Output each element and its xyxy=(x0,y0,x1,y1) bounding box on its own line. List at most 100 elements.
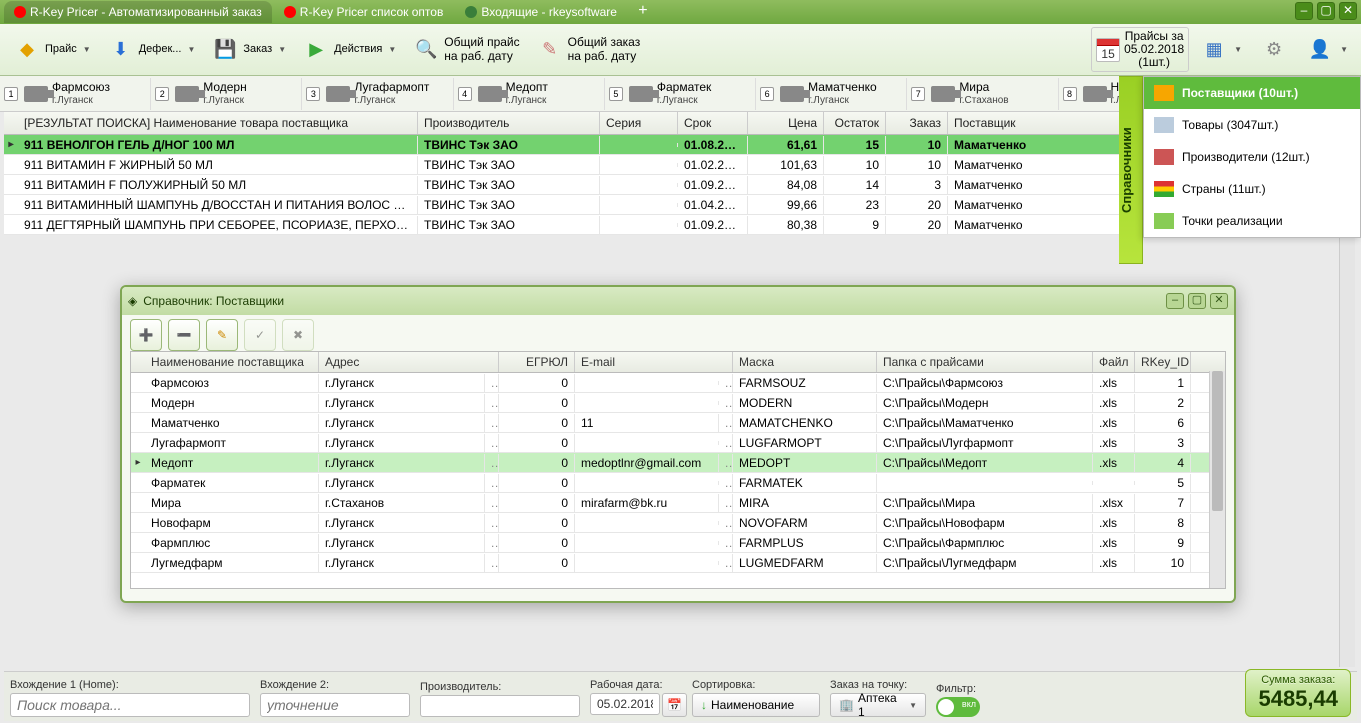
dcol-egrul[interactable]: ЕГРЮЛ xyxy=(499,352,575,372)
user-button[interactable]: 👤▼ xyxy=(1299,28,1355,72)
col-order[interactable]: Заказ xyxy=(886,112,948,134)
tab-label: R-Key Pricer список оптов xyxy=(300,5,444,19)
sidebar-item-suppliers[interactable]: Поставщики (10шт.) xyxy=(1144,77,1360,109)
dcol-name[interactable]: Наименование поставщика xyxy=(145,352,319,372)
dialog-grid-body: Фармсоюзг.Луганск...0...FARMSOUZC:\Прайс… xyxy=(131,373,1225,573)
settings-button[interactable]: ⚙ xyxy=(1253,28,1295,72)
table-row[interactable]: Мираг.Стаханов...0mirafarm@bk.ru...MIRAC… xyxy=(131,493,1225,513)
search-input-2[interactable] xyxy=(260,693,410,717)
tab-num: 3 xyxy=(306,87,320,101)
supplier-tab[interactable]: 3Лугафармоптг.Луганск xyxy=(302,78,453,110)
price-button[interactable]: ◆Прайс▼ xyxy=(6,28,98,72)
tab-list[interactable]: R-Key Pricer список оптов xyxy=(274,1,454,23)
col-stock[interactable]: Остаток xyxy=(824,112,886,134)
common-price-button[interactable]: 🔍Общий прайсна раб. дату xyxy=(405,28,526,72)
supplier-tab[interactable]: 7Мираг.Стаханов xyxy=(907,78,1058,110)
app-icon xyxy=(14,6,26,18)
table-row[interactable]: Фарматекг.Луганск...0...FARMATEK5 xyxy=(131,473,1225,493)
view-button[interactable]: ▦▼ xyxy=(1193,28,1249,72)
sort-button[interactable]: ↓Наименование xyxy=(692,693,820,717)
dialog-icon: ◈ xyxy=(128,294,137,308)
tab-main[interactable]: R-Key Pricer - Автоматизированный заказ xyxy=(4,1,272,23)
dialog-titlebar[interactable]: ◈ Справочник: Поставщики – ▢ ✕ xyxy=(122,287,1234,315)
col-price[interactable]: Цена xyxy=(748,112,824,134)
point-label: Заказ на точку: xyxy=(830,679,926,691)
mail-icon xyxy=(465,6,477,18)
dcol-rkey[interactable]: RKey_ID xyxy=(1135,352,1191,372)
scroll-thumb[interactable] xyxy=(1212,371,1223,511)
dcol-email[interactable]: E-mail xyxy=(575,352,733,372)
tab-label: Входящие - rkeysoftware xyxy=(481,5,617,19)
col-manufacturer[interactable]: Производитель xyxy=(418,112,600,134)
dcol-folder[interactable]: Папка с прайсами xyxy=(877,352,1093,372)
pencil-icon: ✎ xyxy=(217,328,227,342)
work-date-input[interactable] xyxy=(590,693,660,715)
save-icon: 💾 xyxy=(211,36,239,64)
close-button[interactable]: ✕ xyxy=(1339,2,1357,20)
dialog-close[interactable]: ✕ xyxy=(1210,293,1228,309)
table-row[interactable]: Фармсоюзг.Луганск...0...FARMSOUZC:\Прайс… xyxy=(131,373,1225,393)
check-icon: ✓ xyxy=(255,328,265,342)
in2-label: Вхождение 2: xyxy=(260,679,410,691)
filter-toggle[interactable]: вкл xyxy=(936,697,980,717)
dialog-scrollbar[interactable] xyxy=(1209,371,1225,588)
search-input-1[interactable] xyxy=(10,693,250,717)
package-icon xyxy=(1154,117,1174,133)
edit-button[interactable]: ✎ xyxy=(206,319,238,351)
cancel-icon: ✖ xyxy=(293,328,303,342)
truck-icon xyxy=(478,86,502,102)
delete-button[interactable]: ➖ xyxy=(168,319,200,351)
add-button[interactable]: ➕ xyxy=(130,319,162,351)
table-row[interactable]: Маматченког.Луганск...011...MAMATCHENKOC… xyxy=(131,413,1225,433)
order-sum-box: Сумма заказа: 5485,44 xyxy=(1245,669,1351,717)
calendar-button[interactable]: 📅 xyxy=(662,693,687,717)
supplier-tab[interactable]: 4Медоптг.Луганск xyxy=(454,78,605,110)
tab-label: R-Key Pricer - Автоматизированный заказ xyxy=(30,5,262,19)
point-button[interactable]: 🏢Аптека 1▼ xyxy=(830,693,926,717)
table-row[interactable]: Фармплюсг.Луганск...0...FARMPLUSC:\Прайс… xyxy=(131,533,1225,553)
dcol-address[interactable]: Адрес xyxy=(319,352,499,372)
manufacturer-input[interactable] xyxy=(420,695,580,717)
tab-add[interactable]: + xyxy=(633,2,653,22)
minimize-button[interactable]: – xyxy=(1295,2,1313,20)
sidebar-item-manufacturers[interactable]: Производители (12шт.) xyxy=(1144,141,1360,173)
dcol-file[interactable]: Файл xyxy=(1093,352,1135,372)
gear-icon: ⚙ xyxy=(1260,36,1288,64)
table-row[interactable]: Лугафармоптг.Луганск...0...LUGFARMOPTC:\… xyxy=(131,433,1225,453)
sidebar-item-goods[interactable]: Товары (3047шт.) xyxy=(1144,109,1360,141)
bottom-bar: Вхождение 1 (Home): Вхождение 2: Произво… xyxy=(4,671,1357,721)
dialog-maximize[interactable]: ▢ xyxy=(1188,293,1206,309)
app-icon xyxy=(284,6,296,18)
sort-label: Сортировка: xyxy=(692,679,820,691)
toolbar: ◆Прайс▼ ⬇Дефек...▼ 💾Заказ▼ ▶Действия▼ 🔍О… xyxy=(0,24,1361,76)
prices-for-date-button[interactable]: 15 Прайсы за05.02.2018(1шт.) xyxy=(1091,27,1189,73)
tab-num: 5 xyxy=(609,87,623,101)
sidebar-tab[interactable]: Справочники xyxy=(1119,76,1143,264)
sidebar-item-countries[interactable]: Страны (11шт.) xyxy=(1144,173,1360,205)
table-row[interactable]: ▸Медоптг.Луганск...0medoptlnr@gmail.com.… xyxy=(131,453,1225,473)
table-row[interactable]: Модернг.Луганск...0...MODERNC:\Прайсы\Мо… xyxy=(131,393,1225,413)
dialog-minimize[interactable]: – xyxy=(1166,293,1184,309)
tab-mail[interactable]: Входящие - rkeysoftware xyxy=(455,1,627,23)
table-row[interactable]: Лугмедфармг.Луганск...0...LUGMEDFARMC:\П… xyxy=(131,553,1225,573)
order-button[interactable]: 💾Заказ▼ xyxy=(204,28,293,72)
actions-button[interactable]: ▶Действия▼ xyxy=(295,28,403,72)
table-row[interactable]: Новофармг.Луганск...0...NOVOFARMC:\Прайс… xyxy=(131,513,1225,533)
col-name[interactable]: [РЕЗУЛЬТАТ ПОИСКА] Наименование товара п… xyxy=(18,112,418,134)
user-icon: 👤 xyxy=(1306,36,1334,64)
col-expiry[interactable]: Срок xyxy=(678,112,748,134)
common-order-button[interactable]: ✎Общий заказна раб. дату xyxy=(529,28,648,72)
truck-icon xyxy=(780,86,804,102)
supplier-tab[interactable]: 1Фармсоюзг.Луганск xyxy=(0,78,151,110)
manuf-label: Производитель: xyxy=(420,681,580,693)
dcol-mask[interactable]: Маска xyxy=(733,352,877,372)
col-series[interactable]: Серия xyxy=(600,112,678,134)
sidebar-panel: Поставщики (10шт.) Товары (3047шт.) Прои… xyxy=(1143,76,1361,238)
maximize-button[interactable]: ▢ xyxy=(1317,2,1335,20)
supplier-tab[interactable]: 2Модернг.Луганск xyxy=(151,78,302,110)
truck-icon xyxy=(326,86,350,102)
supplier-tab[interactable]: 5Фарматекг.Луганск xyxy=(605,78,756,110)
sidebar-item-points[interactable]: Точки реализации xyxy=(1144,205,1360,237)
defect-button[interactable]: ⬇Дефек...▼ xyxy=(100,28,203,72)
supplier-tab[interactable]: 6Маматченког.Луганск xyxy=(756,78,907,110)
